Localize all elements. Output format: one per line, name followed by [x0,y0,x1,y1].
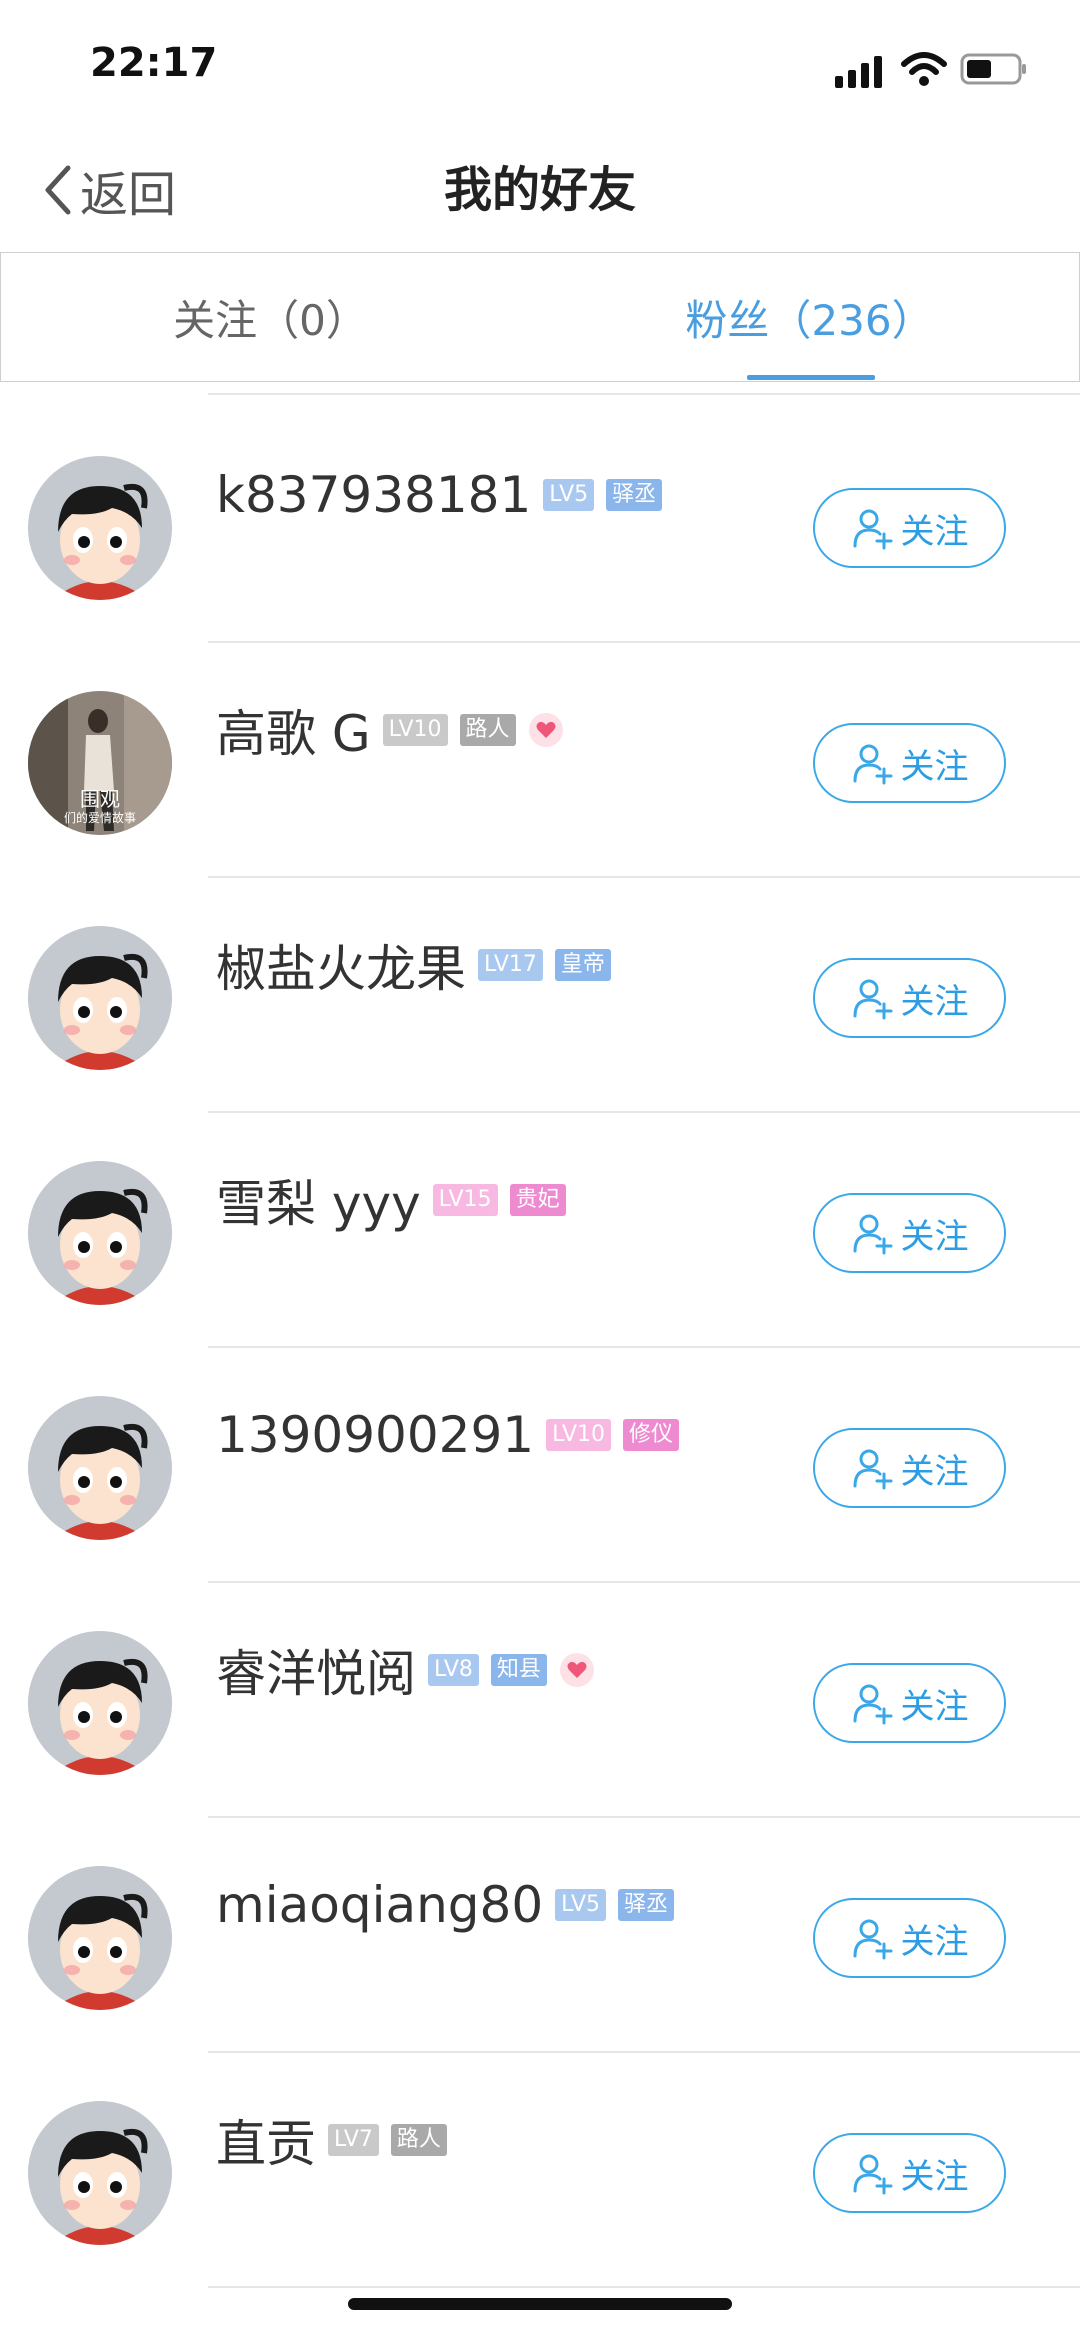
rank-badge: 驿丞 [606,479,663,511]
cartoon-avatar-graphic [28,456,172,600]
follow-button[interactable]: 关注 [813,488,1006,568]
avatar[interactable] [28,1631,172,1775]
rank-badge: 驿丞 [618,1889,675,1921]
navigation-bar: 返回 我的好友 [0,130,1080,250]
cartoon-avatar-graphic [28,2101,172,2245]
level-badge: LV5 [555,1889,607,1921]
heart-icon [528,713,563,747]
fan-list-item[interactable]: k837938181 LV5 驿丞关注 [0,408,1080,643]
user-name[interactable]: 睿洋悦阅 [216,1634,416,1706]
level-badge: LV7 [328,2124,379,2156]
rank-badge: 知县 [490,1654,547,1686]
avatar-caption: 围观 [80,787,120,811]
user-name[interactable]: 高歌 G [216,694,371,766]
avatar[interactable] [28,1866,172,2010]
follow-button-label: 关注 [900,511,969,552]
level-badge: LV5 [543,479,595,511]
add-user-icon [853,1449,892,1490]
follow-button-label: 关注 [900,981,969,1022]
fan-list-item[interactable]: 1390900291 LV10 修仪关注 [0,1348,1080,1583]
user-info: 睿洋悦阅 LV8 知县 [216,1635,595,1705]
rank-badge: 皇帝 [554,949,611,981]
follow-button[interactable]: 关注 [813,723,1006,803]
add-user-icon [853,1919,892,1960]
home-indicator [348,2298,732,2310]
level-badge: LV15 [432,1184,498,1216]
follow-button-label: 关注 [900,1921,969,1962]
avatar[interactable] [28,1161,172,1305]
tab-fans[interactable]: 粉丝（236） [540,253,1079,381]
avatar[interactable]: 围观 们的爱情故事 [28,691,172,835]
user-info: 1390900291 LV10 修仪 [216,1400,680,1470]
level-badge: LV8 [428,1654,479,1686]
rank-badge: 贵妃 [509,1184,566,1216]
cartoon-avatar-graphic [28,1396,172,1540]
user-info: 雪梨 yyy LV15 贵妃 [216,1165,566,1235]
user-info: 直贡 LV7 路人 [216,2105,447,2175]
avatar-subcaption: 们的爱情故事 [63,811,136,825]
user-name[interactable]: miaoqiang80 [216,1876,543,1934]
level-badge: LV10 [382,714,448,746]
cartoon-avatar-graphic [28,1161,172,1305]
level-badge: LV17 [478,949,543,981]
cartoon-avatar-graphic [28,1631,172,1775]
rank-badge: 路人 [459,714,516,746]
rank-badge: 修仪 [623,1419,680,1451]
follow-button[interactable]: 关注 [813,1193,1006,1273]
active-tab-indicator [747,375,875,380]
user-info: miaoqiang80 LV5 驿丞 [216,1870,675,1940]
heart-icon [559,1653,594,1687]
tab-bar: 关注（0） 粉丝（236） [0,252,1080,382]
add-user-icon [853,979,892,1020]
status-bar: 22:17 [0,0,1080,130]
avatar[interactable] [28,926,172,1070]
fan-list-item[interactable]: 椒盐火龙果 LV17 皇帝关注 [0,878,1080,1113]
user-name[interactable]: 雪梨 yyy [216,1164,421,1236]
cartoon-avatar-graphic [28,926,172,1070]
status-time: 22:17 [90,40,218,86]
cellular-signal-icon [835,56,882,88]
follow-button[interactable]: 关注 [813,2133,1006,2213]
user-info: 高歌 G LV10 路人 [216,695,564,765]
avatar[interactable] [28,1396,172,1540]
user-info: 椒盐火龙果 LV17 皇帝 [216,930,611,1000]
follow-button[interactable]: 关注 [813,1428,1006,1508]
fan-list-item[interactable]: 睿洋悦阅 LV8 知县关注 [0,1583,1080,1818]
list-divider [208,2286,1080,2288]
follow-button-label: 关注 [900,746,969,787]
follow-button-label: 关注 [900,2156,969,2197]
avatar[interactable] [28,456,172,600]
avatar[interactable] [28,2101,172,2245]
add-user-icon [853,1214,892,1255]
add-user-icon [853,744,892,785]
user-name[interactable]: 1390900291 [216,1406,534,1464]
user-name[interactable]: 直贡 [216,2104,316,2176]
fan-list-item[interactable]: 直贡 LV7 路人关注 [0,2053,1080,2288]
rank-badge: 路人 [390,2124,447,2156]
add-user-icon [853,509,892,550]
cartoon-avatar-graphic [28,1866,172,2010]
follow-button[interactable]: 关注 [813,1898,1006,1978]
user-name[interactable]: k837938181 [216,466,531,524]
follow-button-label: 关注 [900,1451,969,1492]
user-info: k837938181 LV5 驿丞 [216,460,663,530]
list-divider [208,393,1080,395]
page-title: 我的好友 [443,162,636,218]
tab-following[interactable]: 关注（0） [1,253,540,381]
follow-button[interactable]: 关注 [813,958,1006,1038]
follow-button-label: 关注 [900,1216,969,1257]
fan-list-item[interactable]: 雪梨 yyy LV15 贵妃关注 [0,1113,1080,1348]
follow-button-label: 关注 [900,1686,969,1727]
user-name[interactable]: 椒盐火龙果 [216,929,466,1001]
fan-list-item[interactable]: 围观 们的爱情故事 高歌 G LV10 路人 关注 [0,643,1080,878]
level-badge: LV10 [546,1419,612,1451]
battery-icon [960,53,1026,85]
follow-button[interactable]: 关注 [813,1663,1006,1743]
fan-list-item[interactable]: miaoqiang80 LV5 驿丞关注 [0,1818,1080,2053]
wifi-icon [901,52,947,86]
add-user-icon [853,1684,892,1725]
add-user-icon [853,2154,892,2195]
